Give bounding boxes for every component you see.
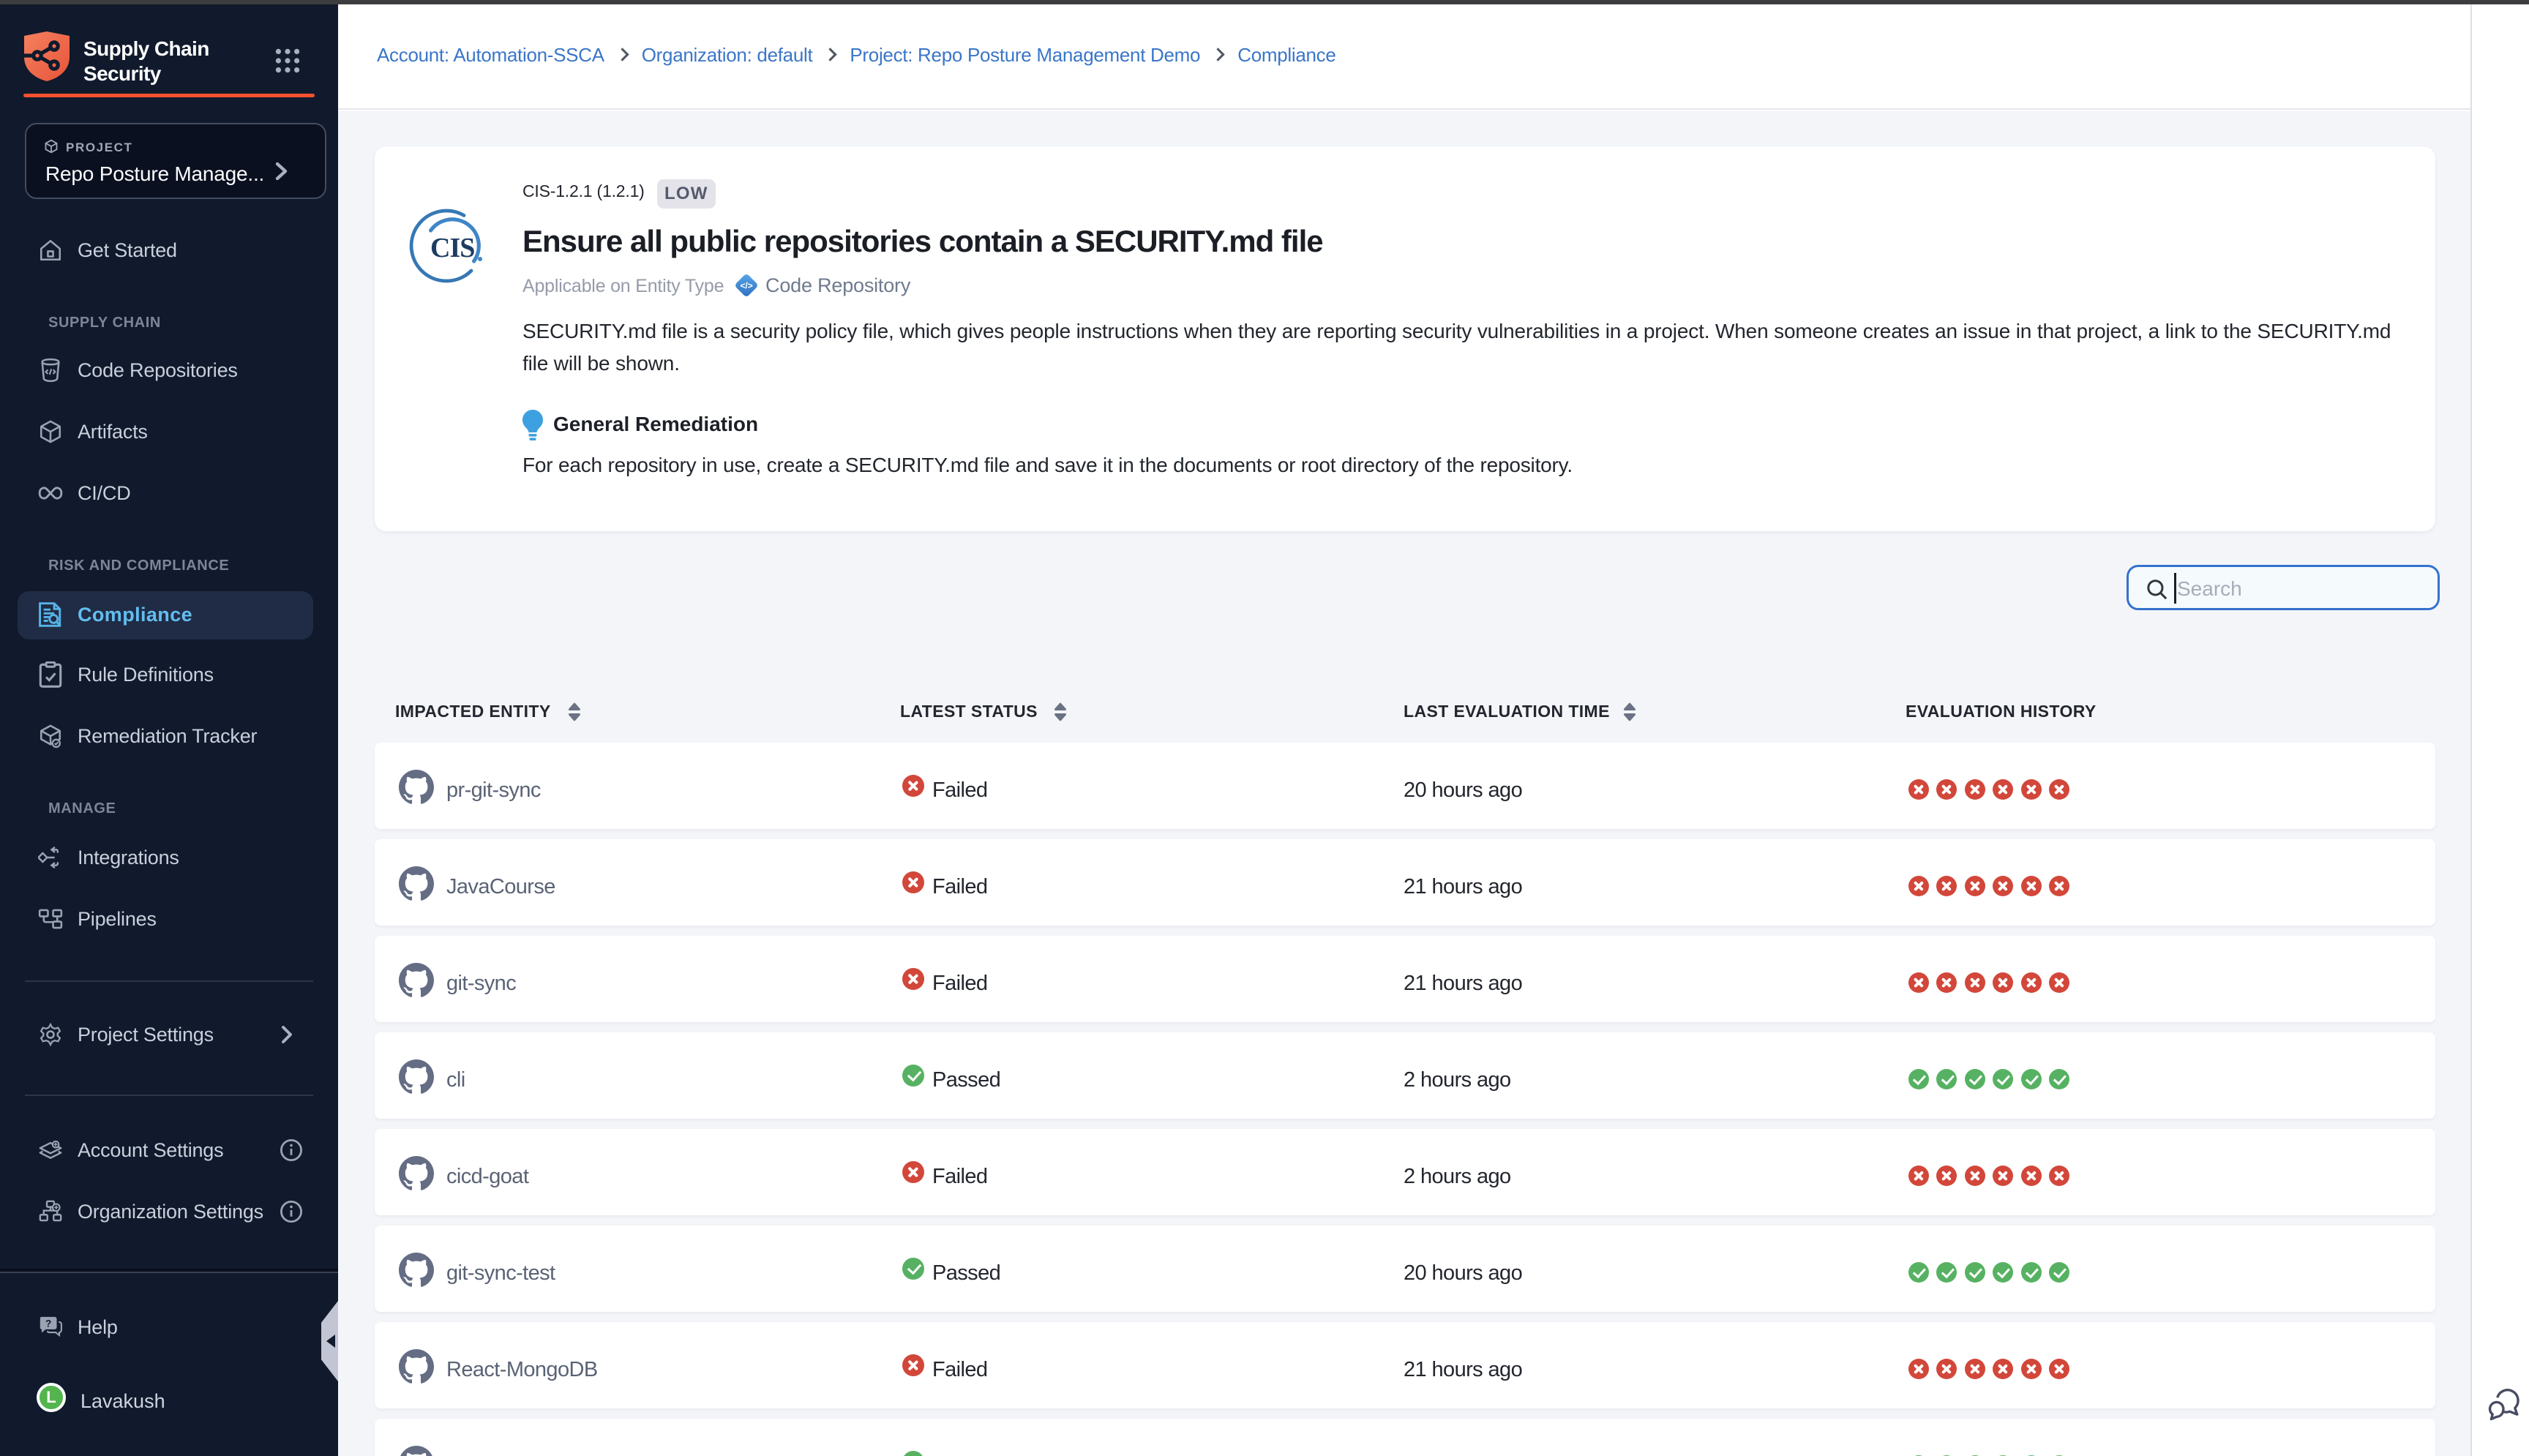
svg-text:</>: </>	[740, 281, 752, 291]
svg-text:CIS: CIS	[430, 233, 474, 263]
svg-text:?: ?	[45, 1318, 51, 1329]
